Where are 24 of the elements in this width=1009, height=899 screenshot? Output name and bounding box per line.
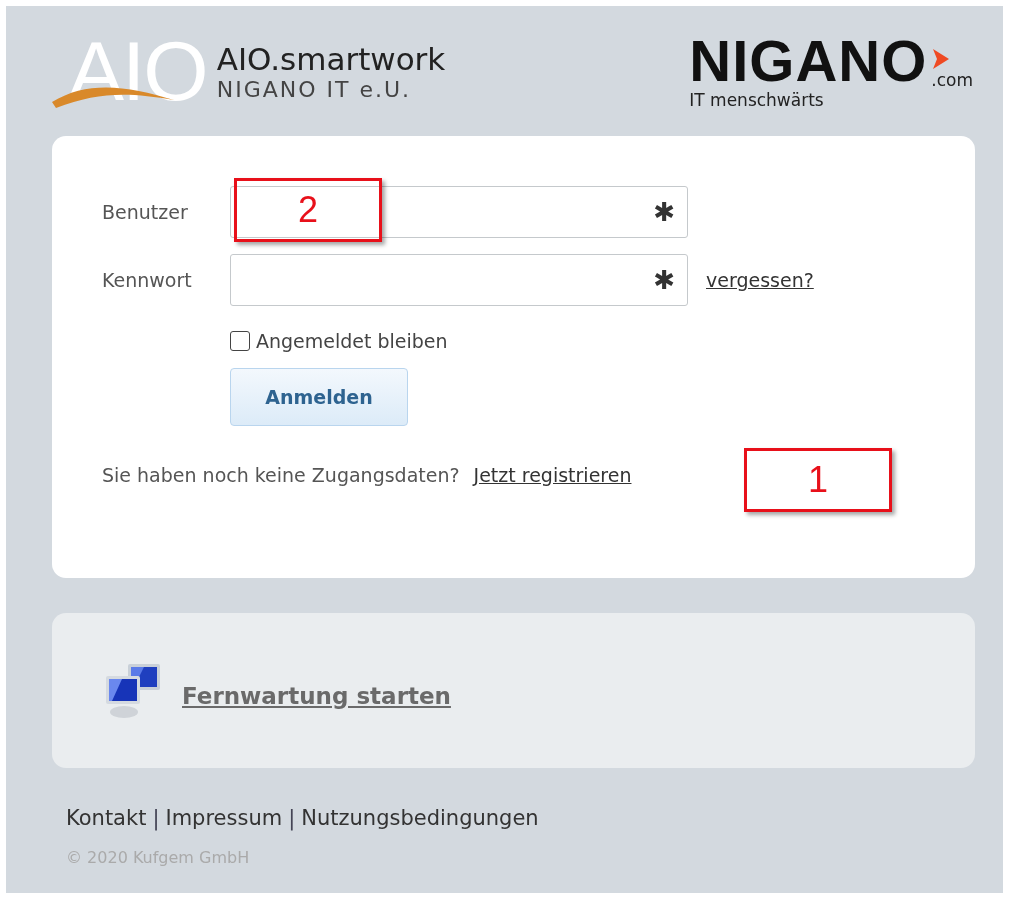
required-mark: ✱ [653,197,676,227]
checkbox-label: Angemeldet bleiben [256,330,448,352]
partner-logo-suffix: .com [931,70,973,90]
field-label: Benutzer [102,201,189,223]
footer-link[interactable]: Impressum [165,806,283,830]
separator: | [288,806,296,830]
product-name: AIO.smartwork [216,40,446,77]
register-link[interactable]: Jetzt registrieren [473,464,632,486]
forgot-link[interactable]: vergessen? [706,269,814,291]
callout-box: 1 [744,448,892,512]
register-prompt: Sie haben noch keine Zugangsdaten? [102,464,460,486]
separator: | [152,806,160,830]
required-mark: ✱ [653,265,676,295]
partner-logo-name: NIGANO [689,32,928,90]
callout-box: 2 [234,178,382,242]
checkbox[interactable] [230,331,250,351]
field-label: Kennwort [102,269,193,291]
footer-link[interactable]: Nutzungsbedingungen [301,806,539,830]
remote-support-link[interactable]: Fernwartung starten [182,682,451,709]
company-name: NIGANO IT e.U. [216,76,413,102]
input-field[interactable]: ✱ [230,254,688,306]
login-button[interactable]: Anmelden [230,368,408,426]
footer-link[interactable]: Kontakt [66,806,147,830]
partner-tagline: IT menschwärts [689,90,825,110]
